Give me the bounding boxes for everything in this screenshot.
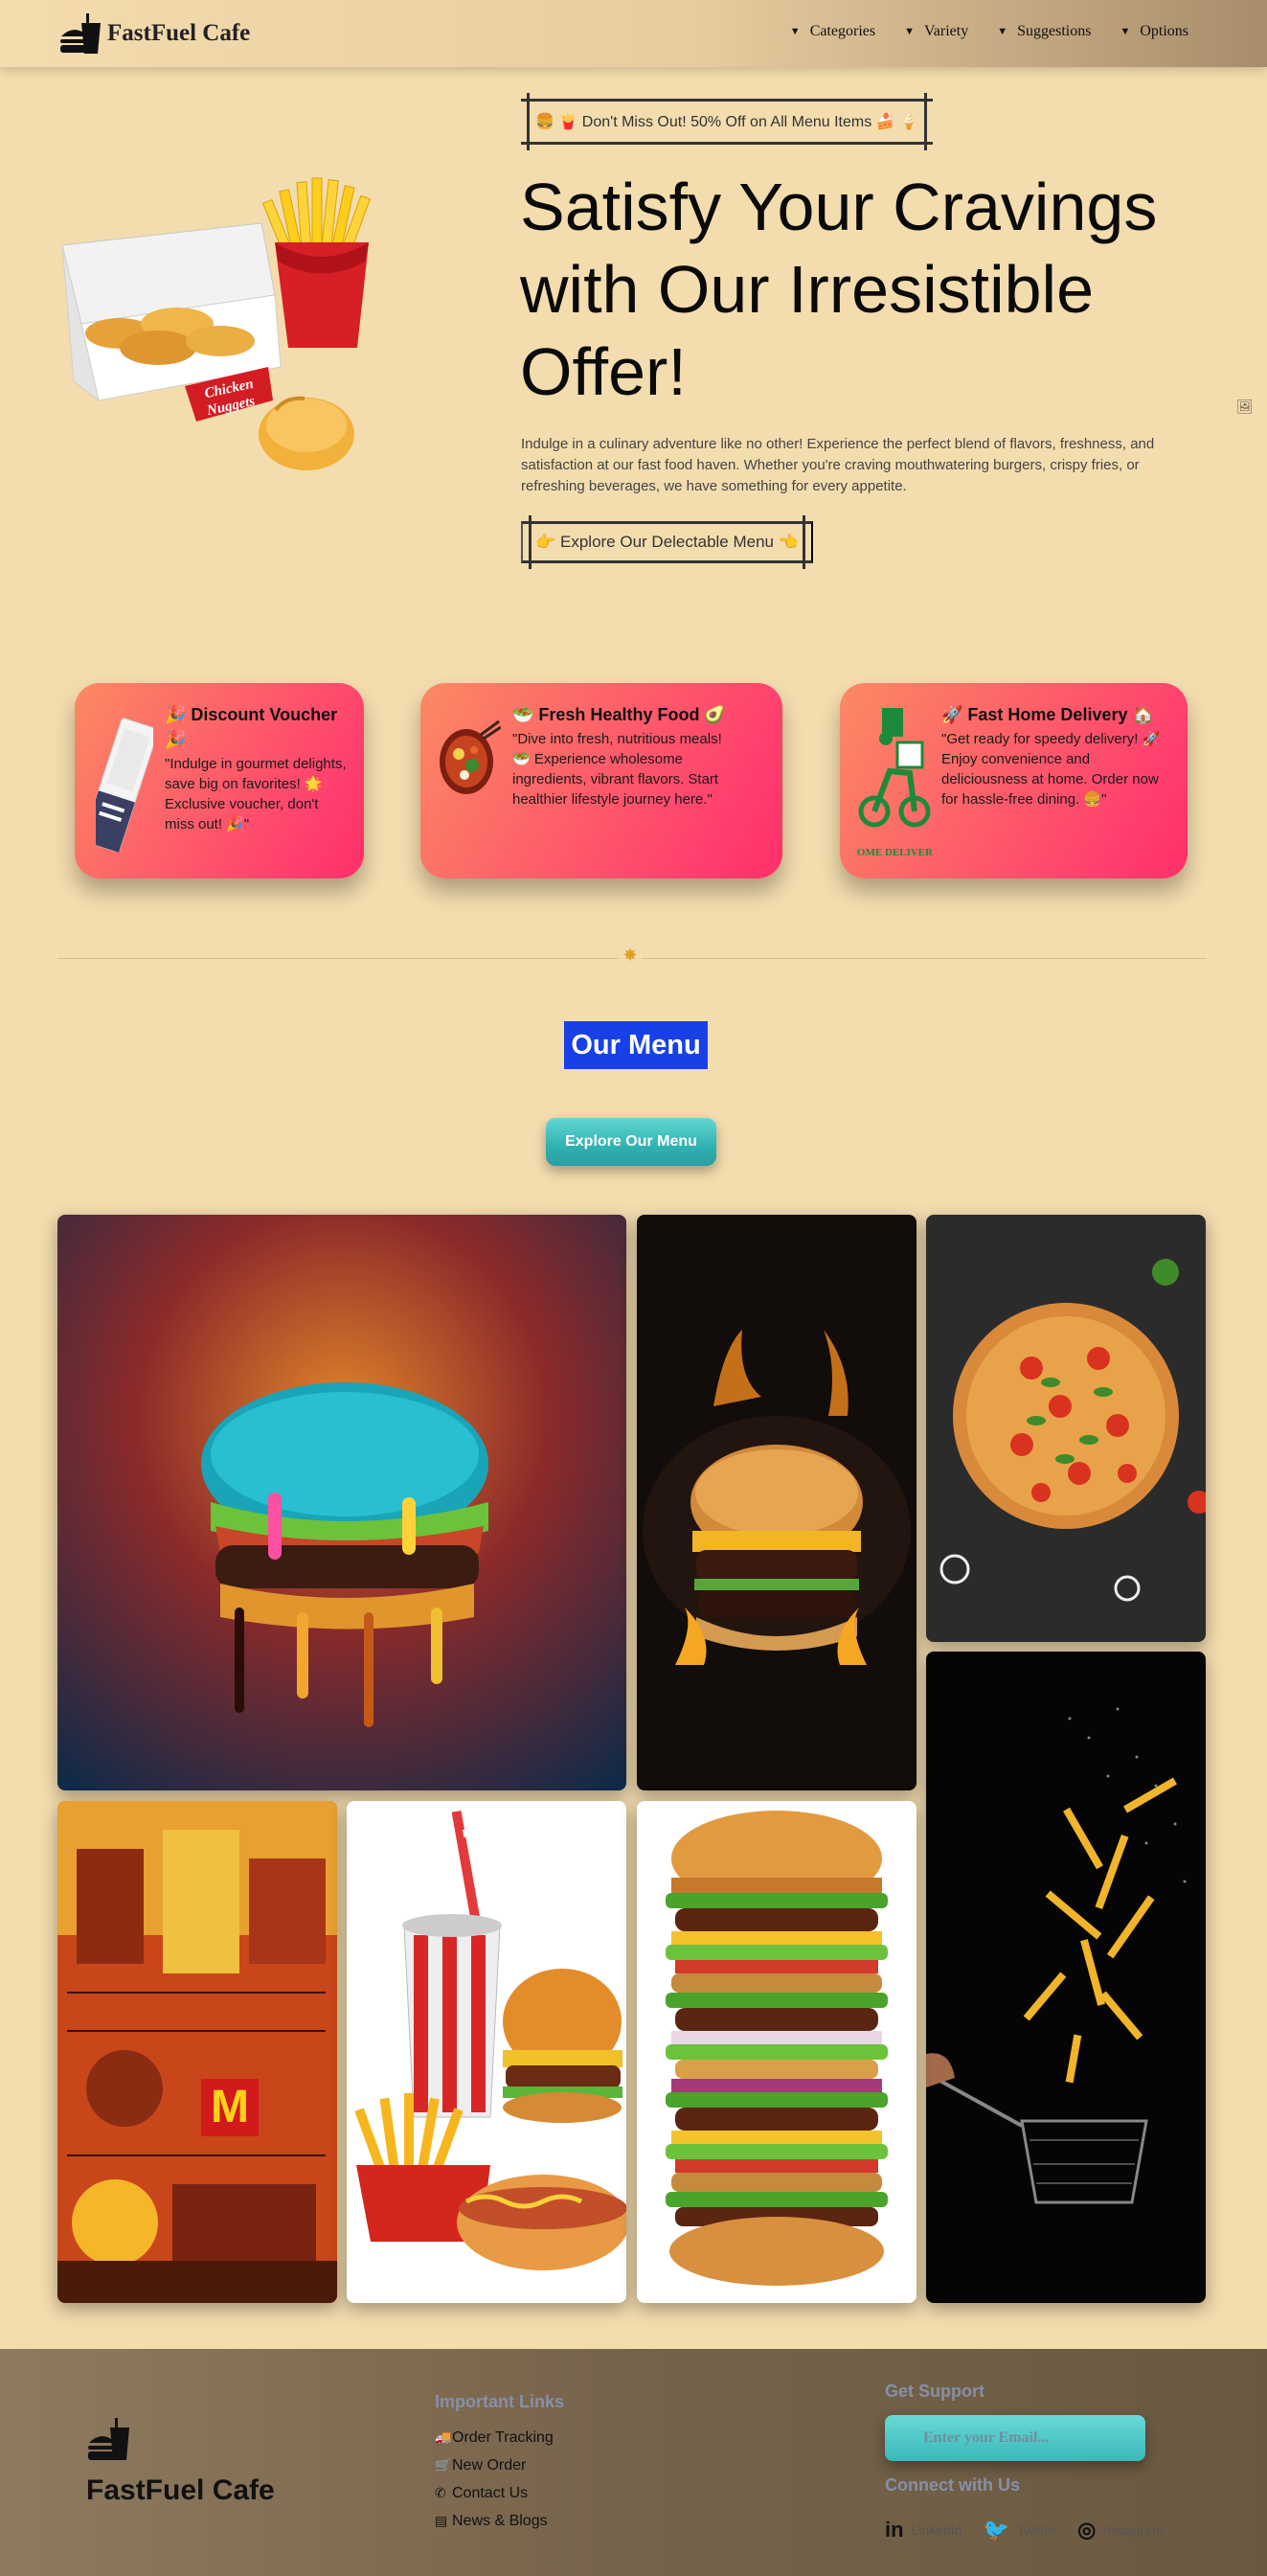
link-order-tracking[interactable]: 🚚 Order Tracking <box>435 2424 554 2451</box>
nav-label: Variety <box>924 23 969 39</box>
card-title: 🎉 Discount Voucher 🎉 <box>165 705 338 749</box>
get-support-heading: Get Support <box>885 2382 984 2401</box>
nav-label: Suggestions <box>1017 23 1092 39</box>
menu-heading: Our Menu <box>564 1021 708 1069</box>
nav-label: Categories <box>809 23 876 39</box>
newspaper-icon: ▤ <box>435 2513 448 2528</box>
social-links: in LinkedIn 🐦 Twitter ◎ Instagram <box>885 2518 1164 2542</box>
burger-drink-icon <box>88 2418 129 2460</box>
nav-options[interactable]: ▼ Options <box>1120 23 1188 40</box>
gallery-burger-fire[interactable] <box>637 1215 916 1790</box>
link-new-order[interactable]: 🛒 New Order <box>435 2451 554 2479</box>
fastfood-city-image: M <box>57 1801 337 2303</box>
phone-icon: ✆ <box>435 2485 446 2500</box>
important-links-heading: Important Links <box>435 2392 565 2411</box>
voucher-image <box>96 718 153 853</box>
link-news-blogs[interactable]: ▤ News & Blogs <box>435 2507 554 2535</box>
social-label: LinkedIn <box>911 2522 962 2538</box>
link-label: Order Tracking <box>452 2428 554 2446</box>
explore-our-menu-button[interactable]: Explore Our Menu <box>546 1118 716 1166</box>
hero-nuggets-fries-image: Chicken Nuggets <box>61 177 371 470</box>
important-links-list: 🚚 Order Tracking 🛒 New Order ✆ Contact Us ▤… <box>435 2424 554 2535</box>
delivery-image-label: HOME DELIVERY <box>857 847 932 858</box>
gallery-fries-basket[interactable] <box>926 1652 1206 2303</box>
tall-burger-image <box>637 1801 916 2303</box>
link-label: New Order <box>452 2456 527 2473</box>
nav-label: Options <box>1140 23 1188 39</box>
gallery-pizza[interactable] <box>926 1215 1206 1642</box>
delivery-scooter-image: HOME DELIVERY <box>857 708 932 858</box>
linkedin-icon: in <box>885 2518 904 2542</box>
email-field[interactable] <box>885 2415 1145 2461</box>
sun-icon: ✸ <box>619 946 642 969</box>
social-linkedin[interactable]: in LinkedIn <box>885 2518 962 2542</box>
nav-suggestions[interactable]: ▼ Suggestions <box>997 23 1091 40</box>
link-contact-us[interactable]: ✆ Contact Us <box>435 2479 554 2507</box>
card-title: 🚀 Fast Home Delivery 🏠 <box>941 705 1154 724</box>
link-label: News & Blogs <box>452 2512 548 2529</box>
promo-badge: 🍔 🍟 Don't Miss Out! 50% Off on All Menu … <box>521 93 933 150</box>
social-twitter[interactable]: 🐦 Twitter <box>984 2518 1057 2542</box>
healthy-bowl-image <box>440 719 501 794</box>
burger-drip-image <box>57 1215 626 1790</box>
brand-logo[interactable]: FastFuel Cafe <box>57 11 250 56</box>
card-text: "Indulge in gourmet delights, save big o… <box>165 756 347 832</box>
truck-icon: 🚚 <box>435 2429 452 2445</box>
image-placeholder-icon: 🖼 <box>1236 399 1254 414</box>
discount-voucher-card[interactable]: 🎉 Discount Voucher 🎉 "Indulge in gourmet… <box>75 683 364 878</box>
instagram-icon: ◎ <box>1077 2518 1097 2542</box>
explore-delectable-menu-button[interactable]: 👉 Explore Our Delectable Menu 👈 <box>521 515 813 569</box>
card-title: 🥗 Fresh Healthy Food 🥑 <box>512 705 726 724</box>
svg-text:M: M <box>211 2082 249 2132</box>
nav-categories[interactable]: ▼ Categories <box>790 23 875 40</box>
caret-down-icon: ▼ <box>997 26 1008 37</box>
main-nav: ▼ Categories ▼ Variety ▼ Suggestions ▼ Optio… <box>790 23 1188 40</box>
nav-variety[interactable]: ▼ Variety <box>904 23 968 40</box>
social-label: Instagram <box>1103 2522 1164 2538</box>
burger-drink-icon <box>60 13 101 54</box>
pizza-image <box>926 1215 1206 1642</box>
card-text: "Dive into fresh, nutritious meals! 🥗 Ex… <box>512 731 722 808</box>
cart-icon: 🛒 <box>435 2457 452 2473</box>
gallery-tall-burger[interactable] <box>637 1801 916 2303</box>
social-instagram[interactable]: ◎ Instagram <box>1077 2518 1163 2542</box>
fresh-healthy-food-card[interactable]: 🥗 Fresh Healthy Food 🥑 "Dive into fresh,… <box>420 683 782 878</box>
gallery-fastfood-city[interactable]: M <box>57 1801 337 2303</box>
caret-down-icon: ▼ <box>1120 26 1131 37</box>
social-label: Twitter <box>1016 2522 1057 2538</box>
hero-description: Indulge in a culinary adventure like no … <box>521 436 1155 494</box>
fries-basket-image <box>926 1652 1206 2303</box>
link-label: Contact Us <box>452 2484 529 2501</box>
gallery-burger-drip[interactable] <box>57 1215 626 1790</box>
twitter-icon: 🐦 <box>983 2518 1009 2542</box>
caret-down-icon: ▼ <box>789 26 801 37</box>
brand-name: FastFuel Cafe <box>107 20 251 46</box>
fast-home-delivery-card[interactable]: HOME DELIVERY 🚀 Fast Home Delivery 🏠 "Ge… <box>840 683 1188 878</box>
connect-heading: Connect with Us <box>885 2475 1021 2495</box>
card-text: "Get ready for speedy delivery! 🚀 Enjoy … <box>941 731 1161 808</box>
soda-fries-hotdog-image <box>347 1801 626 2303</box>
caret-down-icon: ▼ <box>904 26 915 37</box>
burger-fire-image <box>637 1215 916 1790</box>
footer-brand: FastFuel Cafe <box>86 2474 275 2506</box>
gallery-soda-fries-hotdog[interactable] <box>347 1801 626 2303</box>
hero-title: Satisfy Your Cravings with Our Irresisti… <box>520 170 1158 409</box>
top-header: FastFuel Cafe ▼ Categories ▼ Variety ▼ Sugg… <box>0 0 1267 67</box>
